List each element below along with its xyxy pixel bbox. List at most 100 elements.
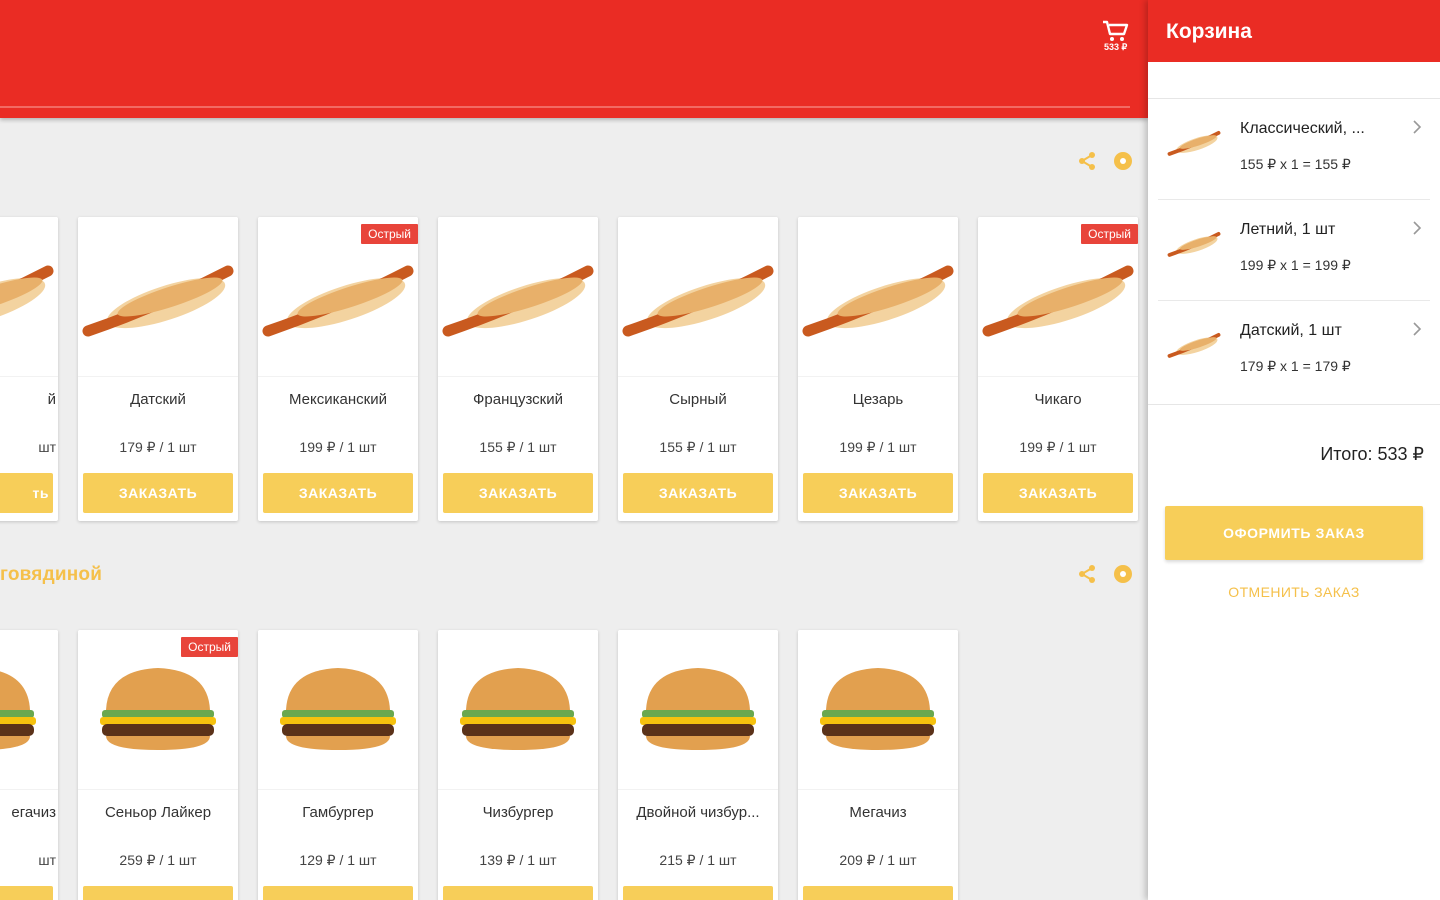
cart-item[interactable]: Летний, 1 шт 199 ₽ x 1 = 199 ₽ [1148,201,1440,301]
product-price: 129 ₽ / 1 шт [299,852,377,868]
menu-area: 533 ₽ й шт ть Датский 179 ₽ / 1 шт ЗАКАЗ… [0,0,1148,900]
product-card: Мегачиз 209 ₽ / 1 шт [798,630,958,900]
product-thumbnail [1166,122,1222,162]
divider [1148,404,1440,405]
order-button[interactable]: ть [0,473,53,513]
order-button[interactable] [803,886,953,900]
info-icon[interactable] [1112,563,1134,585]
app-bar: 533 ₽ [0,0,1148,118]
product-name: Французский [473,391,563,408]
product-name: Чизбургер [482,804,554,821]
product-image [438,217,598,377]
order-button[interactable] [443,886,593,900]
cart-item-name: Летний, 1 шт [1240,221,1336,238]
chevron-right-icon [1413,322,1422,336]
section-actions [1076,150,1134,172]
divider [1158,300,1430,301]
product-card: Острый Чикаго 199 ₽ / 1 шт ЗАКАЗАТЬ [978,217,1138,521]
product-card: Датский 179 ₽ / 1 шт ЗАКАЗАТЬ [78,217,238,521]
spicy-badge: Острый [1081,224,1138,244]
product-card: Двойной чизбур... 215 ₽ / 1 шт [618,630,778,900]
product-price: 199 ₽ / 1 шт [1019,439,1097,455]
product-image [798,630,958,790]
cart-button[interactable]: 533 ₽ [1100,18,1140,54]
cart-item-name: Классический, ... [1240,120,1365,137]
cart-item-calc: 199 ₽ x 1 = 199 ₽ [1240,257,1351,273]
divider [1148,98,1440,99]
cart-item-calc: 155 ₽ x 1 = 155 ₽ [1240,156,1351,172]
product-price: 209 ₽ / 1 шт [839,852,917,868]
product-card: Французский 155 ₽ / 1 шт ЗАКАЗАТЬ [438,217,598,521]
product-price: 199 ₽ / 1 шт [839,439,917,455]
divider [1158,199,1430,200]
product-thumbnail [1166,223,1222,263]
cart-title: Корзина [1166,20,1252,43]
product-card: Цезарь 199 ₽ / 1 шт ЗАКАЗАТЬ [798,217,958,521]
product-name: Двойной чизбур... [636,804,760,821]
order-button[interactable] [263,886,413,900]
product-name: й [47,391,56,408]
product-card: Гамбургер 129 ₽ / 1 шт [258,630,418,900]
app-bar-divider [0,106,1130,108]
product-price: 155 ₽ / 1 шт [659,439,737,455]
product-name: Мексиканский [289,391,387,408]
product-image [0,630,58,790]
spicy-badge: Острый [181,637,238,657]
cart-item-calc: 179 ₽ x 1 = 179 ₽ [1240,358,1351,374]
chevron-right-icon [1413,120,1422,134]
product-price: шт [38,852,56,868]
product-price: 139 ₽ / 1 шт [479,852,557,868]
product-price: 259 ₽ / 1 шт [119,852,197,868]
cart-item-name: Датский, 1 шт [1240,322,1342,339]
product-name: Сеньор Лайкер [104,804,212,821]
product-card: Чизбургер 139 ₽ / 1 шт [438,630,598,900]
product-name: егачиз [11,804,56,821]
cart-header: Корзина [1148,0,1440,62]
product-image [258,630,418,790]
product-price: шт [38,439,56,455]
product-image [78,217,238,377]
section-title: говядиной [0,564,103,585]
cancel-order-button[interactable]: ОТМЕНИТЬ ЗАКАЗ [1165,584,1423,600]
chevron-right-icon [1413,221,1422,235]
product-card: егачиз шт [0,630,58,900]
product-card: й шт ть [0,217,58,521]
order-button[interactable]: ЗАКАЗАТЬ [803,473,953,513]
product-name: Датский [130,391,186,408]
product-image [618,217,778,377]
cart-item[interactable]: Классический, ... 155 ₽ x 1 = 155 ₽ [1148,100,1440,200]
order-button[interactable]: ЗАКАЗАТЬ [623,473,773,513]
product-thumbnail [1166,324,1222,364]
product-price: 215 ₽ / 1 шт [659,852,737,868]
product-image [438,630,598,790]
section-actions [1076,563,1134,585]
order-button[interactable] [0,886,53,900]
share-icon[interactable] [1076,563,1098,585]
product-card: Острый Сеньор Лайкер 259 ₽ / 1 шт [78,630,238,900]
order-button[interactable]: ЗАКАЗАТЬ [983,473,1133,513]
order-button[interactable]: ЗАКАЗАТЬ [263,473,413,513]
product-name: Мегачиз [849,804,907,821]
share-icon[interactable] [1076,150,1098,172]
product-image [618,630,778,790]
order-button[interactable] [623,886,773,900]
product-image [0,217,58,377]
checkout-button[interactable]: ОФОРМИТЬ ЗАКАЗ [1165,506,1423,560]
product-card: Сырный 155 ₽ / 1 шт ЗАКАЗАТЬ [618,217,778,521]
spicy-badge: Острый [361,224,418,244]
product-name: Гамбургер [302,804,374,821]
product-image [798,217,958,377]
order-button[interactable]: ЗАКАЗАТЬ [83,473,233,513]
cart-item[interactable]: Датский, 1 шт 179 ₽ x 1 = 179 ₽ [1148,302,1440,402]
info-icon[interactable] [1112,150,1134,172]
product-name: Чикаго [1034,391,1082,408]
cart-total: Итого: 533 ₽ [1320,444,1424,464]
cart-panel: Корзина Классический, ... 155 ₽ x 1 = 15… [1148,0,1440,900]
product-price: 179 ₽ / 1 шт [119,439,197,455]
order-button[interactable] [83,886,233,900]
product-price: 155 ₽ / 1 шт [479,439,557,455]
order-button[interactable]: ЗАКАЗАТЬ [443,473,593,513]
cart-icon [1103,20,1129,41]
product-price: 199 ₽ / 1 шт [299,439,377,455]
product-name: Сырный [669,391,727,408]
